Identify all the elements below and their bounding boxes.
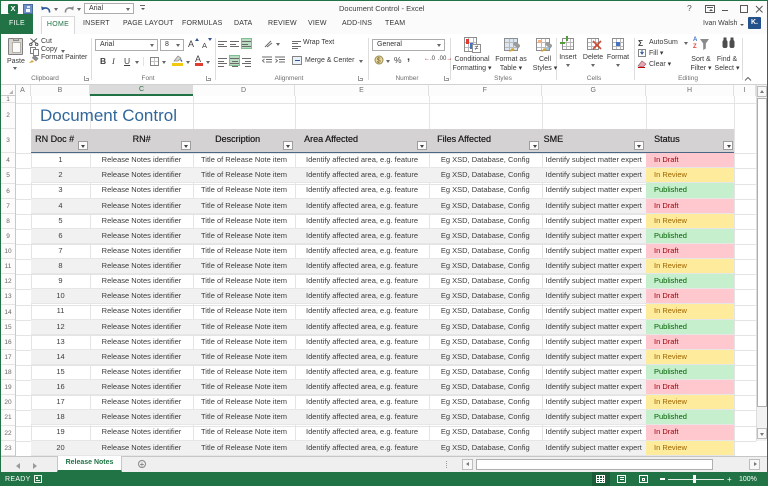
svg-text:$: $ bbox=[377, 58, 381, 65]
